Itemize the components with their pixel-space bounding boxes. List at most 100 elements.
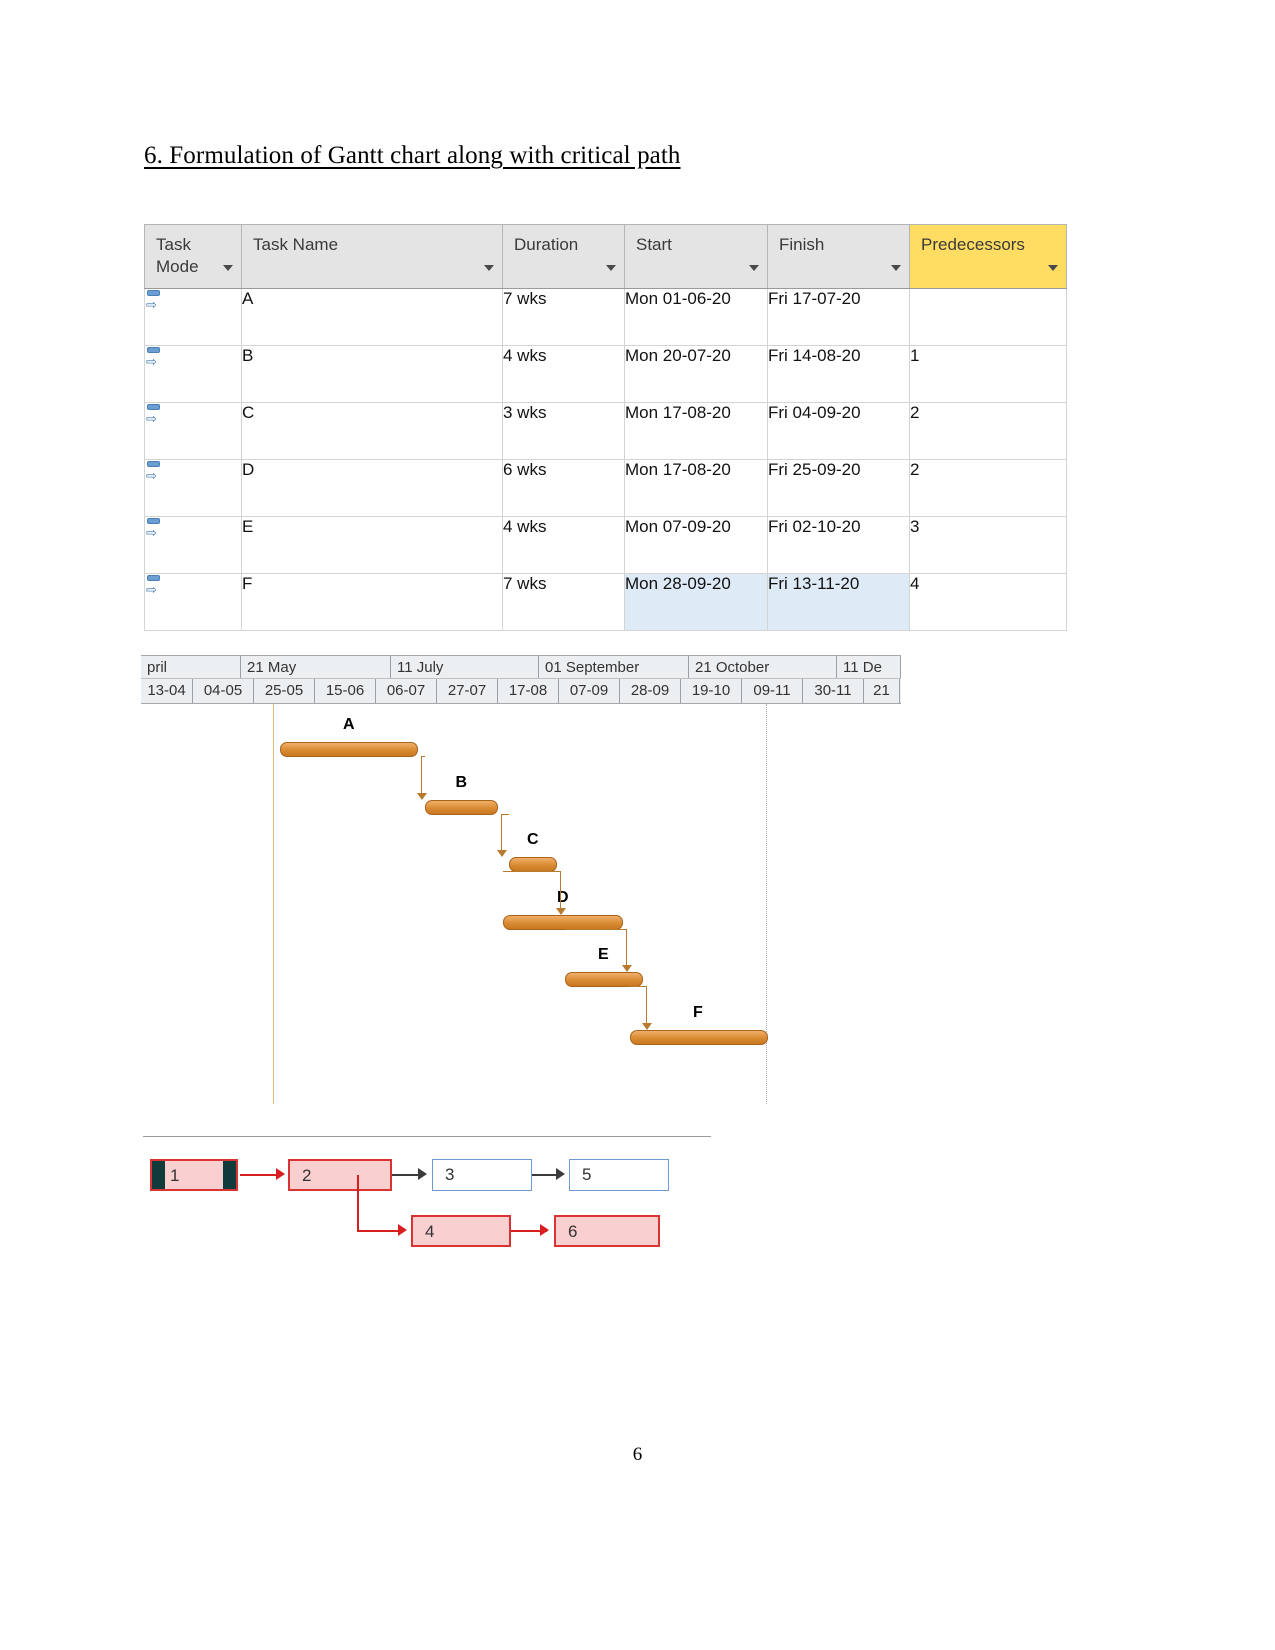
cell-predecessors[interactable]: 4 — [909, 573, 1067, 631]
cell-predecessors[interactable]: 2 — [909, 402, 1067, 460]
cell-task-name[interactable]: C — [241, 402, 503, 460]
gantt-dependency-link — [565, 929, 626, 930]
chevron-down-icon[interactable] — [891, 265, 901, 271]
chevron-down-icon[interactable] — [484, 265, 494, 271]
network-node-1[interactable]: 1 — [150, 1159, 238, 1191]
gantt-chart: pril 21 May 11 July 01 September 21 October 1… — [141, 655, 901, 1135]
network-node-3[interactable]: 3 — [432, 1159, 532, 1191]
column-header-predecessors[interactable]: Predecessors — [909, 224, 1067, 289]
network-node-2[interactable]: 2 — [288, 1159, 392, 1191]
gantt-status-line — [766, 704, 767, 1104]
cell-task-mode[interactable]: ⇨ — [144, 573, 242, 631]
cell-predecessors[interactable] — [909, 288, 1067, 346]
cell-start[interactable]: Mon 17-08-20 — [624, 402, 768, 460]
table-row[interactable]: ⇨ C 3 wks Mon 17-08-20 Fri 04-09-20 2 — [144, 402, 1067, 460]
cell-duration[interactable]: 6 wks — [502, 459, 625, 517]
column-header-task-mode[interactable]: Task Mode — [144, 224, 242, 289]
gantt-dependency-link — [626, 929, 627, 965]
table-row[interactable]: ⇨ F 7 wks Mon 28-09-20 Fri 13-11-20 4 — [144, 573, 1067, 631]
table-row[interactable]: ⇨ E 4 wks Mon 07-09-20 Fri 02-10-20 3 — [144, 516, 1067, 574]
network-node-6[interactable]: 6 — [554, 1215, 660, 1247]
cell-task-mode[interactable]: ⇨ — [144, 459, 242, 517]
network-node-label: 6 — [568, 1222, 578, 1241]
cell-start[interactable]: Mon 17-08-20 — [624, 459, 768, 517]
arrow-icon — [556, 908, 566, 915]
cell-finish[interactable]: Fri 14-08-20 — [767, 345, 910, 403]
cell-start[interactable]: Mon 20-07-20 — [624, 345, 768, 403]
auto-scheduled-icon: ⇨ — [145, 460, 165, 484]
gantt-bar[interactable] — [280, 742, 418, 757]
gantt-bar[interactable] — [509, 857, 557, 872]
table-header-row: Task Mode Task Name Duration Start Finis… — [144, 224, 1067, 289]
cell-finish[interactable]: Fri 13-11-20 — [767, 573, 910, 631]
cell-finish[interactable]: Fri 25-09-20 — [767, 459, 910, 517]
cell-finish[interactable]: Fri 17-07-20 — [767, 288, 910, 346]
gantt-bar[interactable] — [630, 1030, 768, 1045]
cell-task-name[interactable]: F — [241, 573, 503, 631]
column-header-duration[interactable]: Duration — [502, 224, 625, 289]
cell-duration[interactable]: 7 wks — [502, 288, 625, 346]
column-header-finish[interactable]: Finish — [767, 224, 910, 289]
cell-task-name[interactable]: B — [241, 345, 503, 403]
timeline-day-cell: 28-09 — [620, 679, 681, 703]
gantt-dependency-link — [646, 986, 647, 1023]
timeline-day-cell: 13-04 — [141, 679, 193, 703]
table-row[interactable]: ⇨ D 6 wks Mon 17-08-20 Fri 25-09-20 2 — [144, 459, 1067, 517]
arrow-icon — [622, 965, 632, 972]
cell-task-name[interactable]: E — [241, 516, 503, 574]
timeline-day-cell: 07-09 — [559, 679, 620, 703]
network-node-5[interactable]: 5 — [569, 1159, 669, 1191]
chevron-down-icon[interactable] — [606, 265, 616, 271]
cell-task-mode[interactable]: ⇨ — [144, 288, 242, 346]
network-link-1-2 — [240, 1174, 280, 1176]
auto-scheduled-icon: ⇨ — [145, 517, 165, 541]
arrow-icon — [642, 1023, 652, 1030]
cell-duration[interactable]: 4 wks — [502, 516, 625, 574]
arrow-icon — [556, 1168, 565, 1180]
gantt-dependency-link — [503, 871, 560, 872]
cell-start[interactable]: Mon 01-06-20 — [624, 288, 768, 346]
gantt-bar[interactable] — [425, 800, 498, 815]
column-header-task-name[interactable]: Task Name — [241, 224, 503, 289]
column-header-start[interactable]: Start — [624, 224, 768, 289]
gantt-bar[interactable] — [503, 915, 623, 930]
cell-finish[interactable]: Fri 02-10-20 — [767, 516, 910, 574]
cell-task-mode[interactable]: ⇨ — [144, 345, 242, 403]
cell-predecessors[interactable]: 2 — [909, 459, 1067, 517]
cell-task-mode[interactable]: ⇨ — [144, 516, 242, 574]
column-header-label: Predecessors — [921, 235, 1025, 254]
chevron-down-icon[interactable] — [749, 265, 759, 271]
cell-task-mode[interactable]: ⇨ — [144, 402, 242, 460]
gantt-bar-label: A — [343, 716, 355, 733]
cell-task-name[interactable]: D — [241, 459, 503, 517]
cell-duration[interactable]: 3 wks — [502, 402, 625, 460]
network-link-2-4-vertical — [357, 1175, 359, 1230]
cell-finish[interactable]: Fri 04-09-20 — [767, 402, 910, 460]
gantt-bar[interactable] — [565, 972, 643, 987]
gantt-today-line — [273, 704, 274, 1104]
timeline-month-cell: 21 May — [241, 656, 391, 678]
column-header-label: Finish — [779, 235, 825, 254]
cell-start[interactable]: Mon 07-09-20 — [624, 516, 768, 574]
chevron-down-icon[interactable] — [1048, 265, 1058, 271]
cell-start[interactable]: Mon 28-09-20 — [624, 573, 768, 631]
timeline-month-cell: pril — [141, 656, 241, 678]
chevron-down-icon[interactable] — [223, 265, 233, 271]
table-row[interactable]: ⇨ A 7 wks Mon 01-06-20 Fri 17-07-20 — [144, 288, 1067, 346]
cell-duration[interactable]: 4 wks — [502, 345, 625, 403]
cell-duration[interactable]: 7 wks — [502, 573, 625, 631]
timeline-day-cell: 25-05 — [254, 679, 315, 703]
table-row[interactable]: ⇨ B 4 wks Mon 20-07-20 Fri 14-08-20 1 — [144, 345, 1067, 403]
auto-scheduled-icon: ⇨ — [145, 403, 165, 427]
gantt-bar-label: F — [693, 1004, 703, 1021]
cell-task-name[interactable]: A — [241, 288, 503, 346]
network-node-label: 2 — [302, 1166, 312, 1185]
arrow-icon — [276, 1168, 285, 1180]
network-link-2-4-horizontal — [357, 1230, 404, 1232]
cell-predecessors[interactable]: 1 — [909, 345, 1067, 403]
auto-scheduled-icon: ⇨ — [145, 346, 165, 370]
network-node-4[interactable]: 4 — [411, 1215, 511, 1247]
column-header-label: Duration — [514, 235, 579, 254]
gantt-bar-label: D — [557, 889, 569, 906]
cell-predecessors[interactable]: 3 — [909, 516, 1067, 574]
